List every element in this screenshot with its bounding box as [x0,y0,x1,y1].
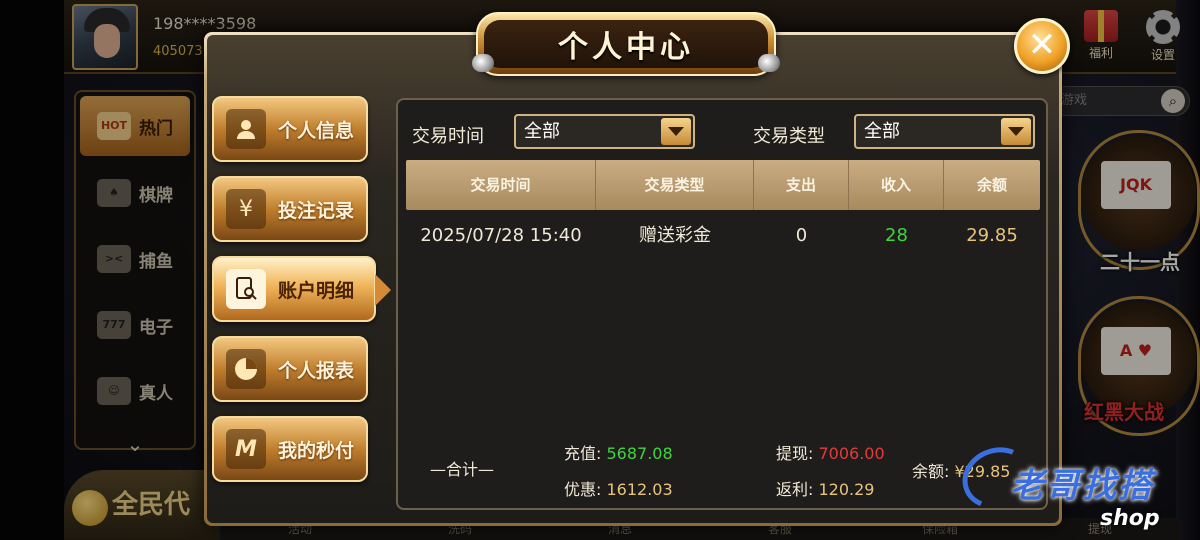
summary-withdraw-value: 7006.00 [818,444,885,463]
modal-title-inner: 个人中心 [484,20,768,68]
filter-time-select[interactable]: 全部 [514,114,695,149]
watermark-shop: shop [1100,506,1160,531]
chevron-down-icon [1001,118,1031,145]
close-button[interactable]: ✕ [1014,18,1070,74]
cell-balance: 29.85 [966,225,1018,246]
column-header-balance: 余额 [976,176,1007,194]
modal-title: 个人中心 [558,30,694,65]
bolt-right-icon [758,54,780,72]
filter-type-value: 全部 [864,121,900,142]
summary-withdraw: 提现: 7006.00 [776,440,885,464]
watermark-text: 老哥找搭 [1010,466,1154,506]
menu-bet-records-label: 投注记录 [278,199,355,222]
table-row: 2025/07/28 15:40 赠送彩金 0 28 29.85 [406,214,1040,258]
bolt-left-icon [472,54,494,72]
chevron-down-icon [661,118,691,145]
filter-time-value: 全部 [524,121,560,142]
close-icon: ✕ [1027,25,1057,65]
cell-income: 28 [885,225,908,246]
menu-account-details[interactable]: 账户明细 [212,256,391,322]
document-search-icon [226,269,266,309]
money-icon: ¥ [226,189,266,229]
summary-recharge-value: 5687.08 [606,444,673,463]
user-icon [226,109,266,149]
cell-expense: 0 [795,225,808,246]
column-header-type: 交易类型 [596,160,754,210]
summary-discount-value: 1612.03 [606,480,673,499]
column-header-time: 交易时间 [406,160,596,210]
column-header-expense: 支出 [754,160,849,210]
menu-personal-info-label: 个人信息 [278,119,355,142]
summary-recharge-label: 充值: [564,444,602,463]
summary-discount: 优惠: 1612.03 [564,476,673,500]
summary-rebate: 返利: 120.29 [776,476,874,500]
summary-balance-label: 余额: [912,462,950,481]
menu-personal-report[interactable]: 个人报表 [212,336,368,402]
pie-chart-icon [226,349,266,389]
summary-rebate-label: 返利: [776,480,814,499]
column-header-income: 收入 [849,160,944,210]
table-header: 交易时间 交易类型 支出 收入 余额 [406,160,1040,210]
summary-label: —合计— [430,460,495,479]
cell-time: 2025/07/28 15:40 [420,225,582,246]
m-logo-icon: M [226,429,266,469]
menu-instant-pay-label: 我的秒付 [278,439,355,462]
filter-type-label: 交易类型 [753,126,825,147]
menu-personal-info[interactable]: 个人信息 [212,96,368,162]
menu-personal-report-label: 个人报表 [278,359,355,382]
menu-instant-pay[interactable]: M 我的秒付 [212,416,368,482]
menu-bet-records[interactable]: ¥ 投注记录 [212,176,368,242]
summary-discount-label: 优惠: [564,480,602,499]
menu-account-details-label: 账户明细 [278,279,355,302]
filter-time-label: 交易时间 [412,126,484,147]
summary-rebate-value: 120.29 [818,480,875,499]
summary-withdraw-label: 提现: [776,444,814,463]
summary-recharge: 充值: 5687.08 [564,440,673,464]
modal-title-plate: 个人中心 [472,12,780,76]
filter-type-select[interactable]: 全部 [854,114,1035,149]
cell-type: 赠送彩金 [639,225,711,246]
